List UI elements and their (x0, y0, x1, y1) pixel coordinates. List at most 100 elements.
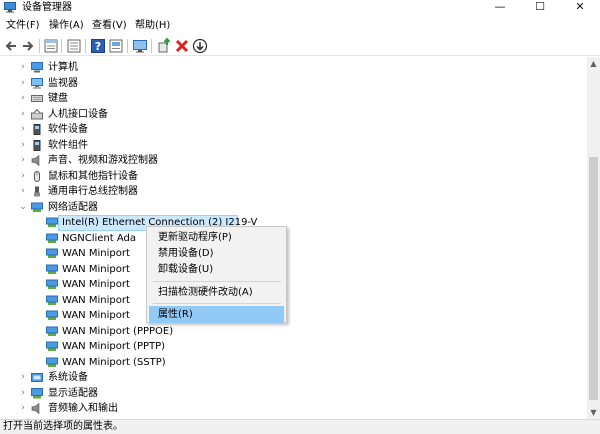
menu-view[interactable]: 查看(V) (90, 17, 129, 35)
tree-item-label: 软件设备 (48, 124, 88, 135)
tree-item-label: 声音、视频和游戏控制器 (48, 155, 158, 166)
title-bar: 设备管理器 — ☐ ✕ (0, 0, 600, 16)
close-button[interactable]: ✕ (560, 0, 600, 16)
network-card-icon (46, 248, 58, 258)
network-device-label: WAN Miniport (62, 263, 130, 275)
tree-item-audio-io[interactable]: › 音频输入和输出 (0, 401, 587, 417)
network-device-row[interactable]: WAN Miniport (PPTP) (0, 339, 587, 355)
tree-item-network-adapters[interactable]: ⌄ 网络适配器 (0, 200, 587, 216)
back-arrow-icon[interactable] (3, 38, 19, 54)
menu-item-scan-hardware[interactable]: 扫描检测硬件改动(A) (149, 284, 284, 301)
tree-item-label: 系统设备 (48, 372, 88, 383)
tree-item-sound-video[interactable]: › 声音、视频和游戏控制器 (0, 153, 587, 169)
menu-help[interactable]: 帮助(H) (133, 17, 172, 35)
network-device-label: WAN Miniport (PPPOE) (62, 325, 174, 337)
tree-item-label: 音频输入和输出 (48, 403, 118, 414)
tree-item-keyboard[interactable]: › 键盘 (0, 91, 587, 107)
computer-icon (31, 62, 43, 73)
device-list-icon[interactable] (66, 38, 82, 54)
tree-item-system-devices[interactable]: › 系统设备 (0, 370, 587, 386)
network-device-row[interactable]: WAN Miniport (0, 308, 146, 324)
tree-item-label: 监视器 (48, 77, 78, 89)
menu-file[interactable]: 文件(F) (4, 17, 42, 35)
network-card-icon (46, 279, 58, 289)
toolbar-separator (151, 39, 152, 53)
menu-item-update-driver[interactable]: 更新驱动程序(P) (149, 229, 284, 246)
chevron-right-icon[interactable]: › (18, 386, 28, 402)
chevron-right-icon[interactable]: › (18, 153, 28, 169)
network-device-label: WAN Miniport (62, 279, 130, 290)
network-device-row[interactable]: WAN Miniport (0, 277, 146, 293)
tree-item-mouse[interactable]: › 鼠标和其他指针设备 (0, 169, 587, 185)
menu-item-uninstall-device[interactable]: 卸载设备(U) (149, 261, 284, 278)
network-device-row[interactable]: WAN Miniport (0, 246, 146, 262)
tree-item-software-component[interactable]: › 软件组件 (0, 138, 587, 154)
toolbar-separator (39, 39, 40, 53)
mouse-icon (34, 170, 40, 182)
uninstall-x-icon[interactable] (174, 38, 190, 54)
network-device-row[interactable]: Intel(R) Ethernet Connection (2) I219-V (0, 215, 587, 231)
tree-item-label: 人机接口设备 (48, 108, 108, 120)
scroll-down-icon[interactable]: ▼ (587, 406, 600, 419)
properties-sheet-icon[interactable] (43, 38, 59, 54)
help-icon[interactable]: ? (90, 38, 106, 54)
network-device-label: NGNClient Ada (62, 232, 136, 244)
toolbar-separator (85, 39, 86, 53)
network-device-row[interactable]: WAN Miniport (0, 262, 146, 278)
vertical-scrollbar[interactable]: ▲ ▼ (587, 57, 600, 419)
tree-item-label: 显示适配器 (48, 387, 98, 399)
menu-item-disable-device[interactable]: 禁用设备(D) (149, 245, 284, 262)
maximize-button[interactable]: ☐ (520, 0, 560, 16)
scroll-up-icon[interactable]: ▲ (587, 57, 600, 70)
network-card-icon (46, 233, 58, 243)
network-card-icon (46, 264, 58, 274)
menu-item-properties[interactable]: 属性(R) (149, 306, 284, 323)
keyboard-icon (31, 95, 43, 102)
status-bar: 打开当前选择项的属性表。 (0, 419, 600, 434)
device-tree: › 计算机 › 监视器 › 键盘 › 人机接口设备 › 软件设备 › 软件组件 … (0, 57, 587, 419)
tree-item-computer[interactable]: › 计算机 (0, 60, 587, 76)
chevron-right-icon[interactable]: › (18, 138, 28, 154)
minimize-button[interactable]: — (480, 0, 520, 16)
system-device-icon (31, 373, 43, 382)
status-text: 打开当前选择项的属性表。 (3, 421, 123, 432)
device-manager-icon (4, 2, 16, 13)
scan-download-icon[interactable] (192, 38, 208, 54)
view-icon[interactable] (108, 38, 124, 54)
audio-io-icon (31, 403, 40, 414)
network-adapter-icon (31, 202, 43, 212)
network-card-icon (46, 217, 58, 227)
usb-icon (34, 186, 40, 197)
network-device-label: WAN Miniport (62, 248, 130, 259)
chevron-down-icon[interactable]: ⌄ (18, 200, 28, 216)
chevron-right-icon[interactable]: › (18, 76, 28, 92)
network-device-label: WAN Miniport (SSTP) (62, 356, 166, 368)
scroll-thumb[interactable] (589, 157, 598, 400)
tree-item-display-adapters[interactable]: › 显示适配器 (0, 386, 587, 402)
update-driver-icon[interactable] (156, 38, 172, 54)
monitor-icon[interactable] (132, 38, 148, 54)
chevron-right-icon[interactable]: › (18, 370, 28, 386)
network-device-row[interactable]: WAN Miniport (0, 293, 146, 309)
tree-item-hid[interactable]: › 人机接口设备 (0, 107, 587, 123)
chevron-right-icon[interactable]: › (18, 122, 28, 138)
chevron-right-icon[interactable]: › (18, 169, 28, 185)
chevron-right-icon[interactable]: › (18, 184, 28, 200)
forward-arrow-icon[interactable] (20, 38, 36, 54)
tree-item-usb[interactable]: › 通用串行总线控制器 (0, 184, 587, 200)
tree-item-monitor[interactable]: › 监视器 (0, 76, 587, 92)
network-device-row[interactable]: WAN Miniport (PPPOE) (0, 324, 587, 340)
monitor-icon (31, 77, 43, 88)
chevron-right-icon[interactable]: › (18, 60, 28, 76)
speaker-icon (31, 155, 40, 166)
svg-text:?: ? (95, 40, 101, 53)
tree-item-software-device[interactable]: › 软件设备 (0, 122, 587, 138)
network-device-label: WAN Miniport (62, 310, 130, 321)
chevron-right-icon[interactable]: › (18, 107, 28, 123)
network-device-row[interactable]: WAN Miniport (SSTP) (0, 355, 587, 371)
chevron-right-icon[interactable]: › (18, 401, 28, 417)
chevron-right-icon[interactable]: › (18, 91, 28, 107)
software-device-icon (33, 124, 41, 135)
menu-action[interactable]: 操作(A) (47, 17, 86, 35)
network-device-row[interactable]: NGNClient Ada (0, 231, 146, 247)
